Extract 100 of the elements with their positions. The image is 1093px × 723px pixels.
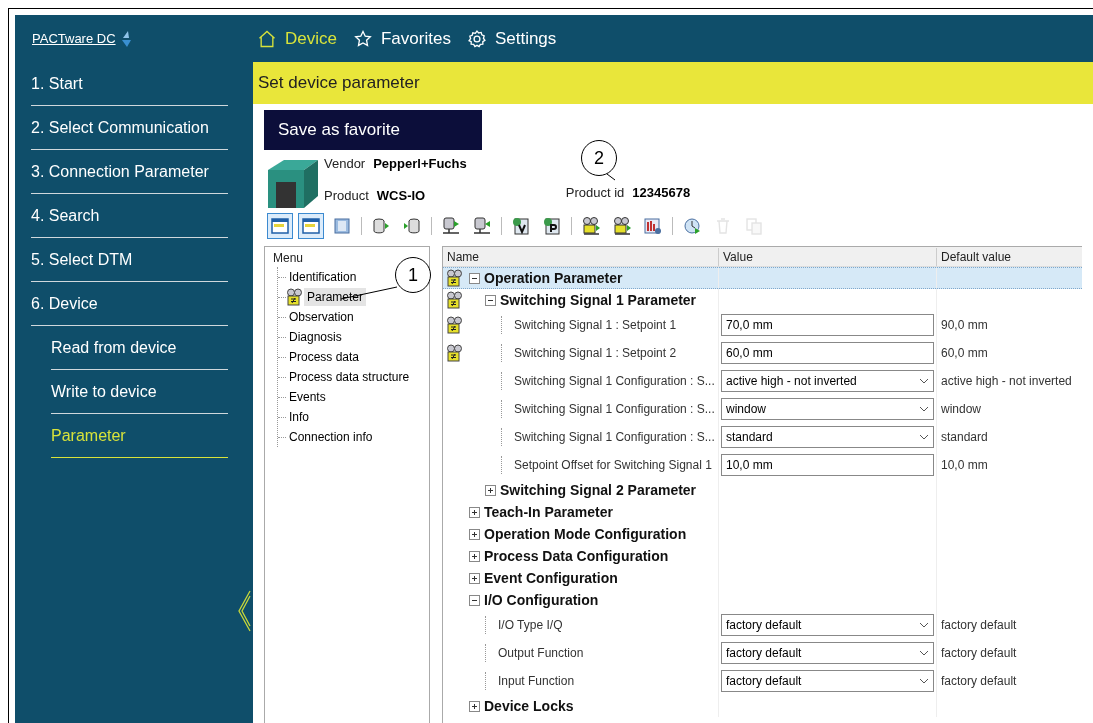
device-parameter-icon xyxy=(446,316,464,334)
group-name: Switching Signal 2 Parameter xyxy=(500,480,697,500)
product-id-value: 12345678 xyxy=(632,184,691,202)
column-header[interactable]: Default value xyxy=(936,247,1082,266)
chevron-down-icon xyxy=(919,406,929,412)
column-header[interactable]: Value xyxy=(718,247,936,266)
menu-item[interactable]: Diagnosis xyxy=(286,328,345,346)
group-name: Switching Signal 1 Parameter xyxy=(500,290,697,310)
table-row[interactable]: Switching Signal 1 Configuration : S... window window xyxy=(443,395,1082,423)
sidebar-subitem[interactable]: Read from device xyxy=(51,326,228,370)
table-row[interactable]: Switching Signal 1 Configuration : S... active high - not inverted active high - not inverted xyxy=(443,367,1082,395)
table-row[interactable]: Process Data Configuration xyxy=(443,545,1082,567)
group-name: Device Locks xyxy=(484,696,574,716)
default-value: 90,0 mm xyxy=(941,317,988,334)
collapse-toggle[interactable] xyxy=(485,294,496,306)
expand-toggle[interactable] xyxy=(485,484,496,496)
toolbar-button[interactable] xyxy=(298,213,324,239)
menu-item[interactable]: Info xyxy=(286,408,312,426)
nav-tab[interactable]: Favorites xyxy=(352,25,451,52)
sidebar-subitem[interactable]: Parameter xyxy=(51,414,228,458)
table-row[interactable]: Setpoint Offset for Switching Signal 1 10,0 mm 10,0 mm xyxy=(443,451,1082,479)
group-name: Operation Mode Configuration xyxy=(484,524,687,544)
parameter-name: Switching Signal 1 Configuration : S... xyxy=(501,372,715,390)
chevron-down-icon xyxy=(919,622,929,628)
collapse-toggle[interactable] xyxy=(469,272,480,284)
table-row[interactable]: Switching Signal 1 Parameter xyxy=(443,289,1082,311)
table-row[interactable]: I/O Type I/Q factory default factory default xyxy=(443,611,1082,639)
table-row[interactable]: I/O Configuration xyxy=(443,589,1082,611)
star-icon xyxy=(352,28,373,49)
parameter-name: Setpoint Offset for Switching Signal 1 xyxy=(501,456,712,474)
menu-item[interactable]: Connection info xyxy=(286,428,376,446)
dropdown[interactable]: standard xyxy=(721,426,934,448)
sidebar-subitem[interactable]: Write to device xyxy=(51,370,228,414)
table-row[interactable]: Switching Signal 1 Configuration : S... standard standard xyxy=(443,423,1082,451)
group-name: Operation Parameter xyxy=(484,268,623,288)
expand-toggle[interactable] xyxy=(469,506,480,518)
sidebar-item[interactable]: 6. Device xyxy=(31,282,228,326)
vendor-value: Pepperl+Fuchs xyxy=(373,155,467,173)
sidebar-item[interactable]: 4. Search xyxy=(31,194,228,238)
window-icon xyxy=(270,216,290,236)
default-value: active high - not inverted xyxy=(941,373,1072,390)
device-parameter-icon xyxy=(286,288,304,306)
input-field[interactable]: 60,0 mm xyxy=(721,342,934,364)
input-field[interactable]: 10,0 mm xyxy=(721,454,934,476)
sidebar-item[interactable]: 2. Select Communication xyxy=(31,106,228,150)
group-name: Event Configuration xyxy=(484,568,618,588)
table-row[interactable]: Switching Signal 2 Parameter xyxy=(443,479,1082,501)
database-arrow-icon xyxy=(371,216,391,236)
table-row[interactable]: Event Configuration xyxy=(443,567,1082,589)
device-arrow-icon xyxy=(472,216,492,236)
dropdown[interactable]: factory default xyxy=(721,642,934,664)
parameter-name: Output Function xyxy=(485,644,584,662)
group-name: Process Data Configuration xyxy=(484,546,669,566)
sidebar-item[interactable]: 1. Start xyxy=(31,62,228,106)
menu-item[interactable]: Process data structure xyxy=(286,368,413,386)
expand-toggle[interactable] xyxy=(469,572,480,584)
page-title: Set device parameter xyxy=(253,62,1093,104)
default-value: 60,0 mm xyxy=(941,345,988,362)
parameter-name: I/O Type I/Q xyxy=(485,616,563,634)
input-field[interactable]: 70,0 mm xyxy=(721,314,934,336)
dropdown[interactable]: factory default xyxy=(721,614,934,636)
parameter-name: Input Function xyxy=(485,672,575,690)
default-value: factory default xyxy=(941,645,1017,662)
expand-toggle[interactable] xyxy=(469,550,480,562)
table-row[interactable]: Input Function factory default factory default xyxy=(443,667,1082,695)
parameter-name: Switching Signal 1 : Setpoint 2 xyxy=(501,344,677,362)
table-row[interactable]: Operation Parameter xyxy=(443,267,1082,289)
product-id-label: Product id xyxy=(565,184,625,202)
device-parameter-icon xyxy=(612,216,632,236)
table-row[interactable]: Device Locks xyxy=(443,695,1082,717)
chevron-down-icon xyxy=(919,678,929,684)
nav-tab[interactable]: Settings xyxy=(466,25,557,52)
window-icon xyxy=(301,216,321,236)
plus-icon xyxy=(471,530,478,538)
menu-item[interactable]: Identification xyxy=(286,268,360,286)
menu-item[interactable]: Observation xyxy=(286,308,357,326)
column-header[interactable]: Name xyxy=(443,247,718,266)
menu-item[interactable]: Parameter xyxy=(304,288,367,306)
expand-toggle[interactable] xyxy=(469,528,480,540)
toolbar-button[interactable] xyxy=(267,213,293,239)
table-row[interactable]: Teach-In Parameter xyxy=(443,501,1082,523)
menu-item[interactable]: Process data xyxy=(286,348,363,366)
device-arrow-icon xyxy=(441,216,461,236)
table-row[interactable]: Output Function factory default factory default xyxy=(443,639,1082,667)
group-name: Teach-In Parameter xyxy=(484,502,613,522)
dropdown[interactable]: window xyxy=(721,398,934,420)
collapse-sidebar-icon[interactable] xyxy=(237,590,251,632)
menu-item[interactable]: Events xyxy=(286,388,329,406)
table-row[interactable]: Operation Mode Configuration xyxy=(443,523,1082,545)
sidebar-item[interactable]: 5. Select DTM xyxy=(31,238,228,282)
dropdown[interactable]: factory default xyxy=(721,670,934,692)
dropdown[interactable]: active high - not inverted xyxy=(721,370,934,392)
table-row[interactable]: Switching Signal 1 : Setpoint 1 70,0 mm 90,0 mm xyxy=(443,311,1082,339)
table-row[interactable]: Switching Signal 1 : Setpoint 2 60,0 mm 60,0 mm xyxy=(443,339,1082,367)
expand-toggle[interactable] xyxy=(469,700,480,712)
sidebar-item[interactable]: 3. Connection Parameter xyxy=(31,150,228,194)
plus-icon xyxy=(471,702,478,710)
nav-tab[interactable]: Device xyxy=(257,25,337,52)
collapse-toggle[interactable] xyxy=(469,594,480,606)
save-favorite-button[interactable]: Save as favorite xyxy=(264,110,482,150)
